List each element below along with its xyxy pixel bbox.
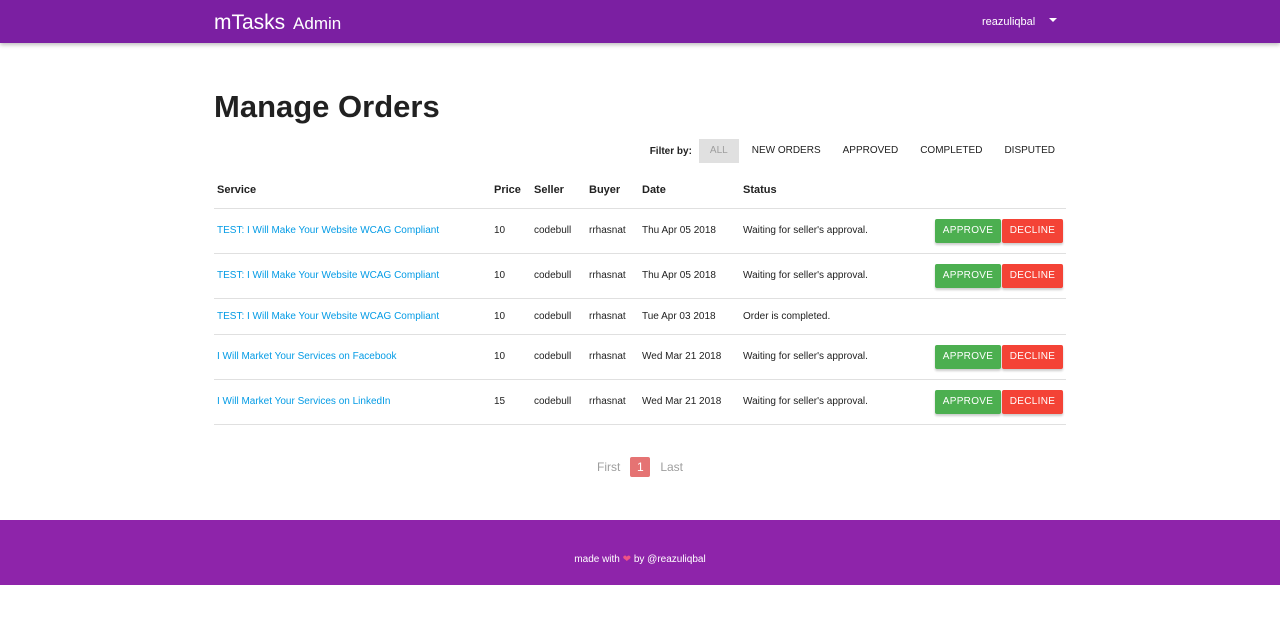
date-cell: Thu Apr 05 2018 (639, 208, 740, 254)
column-header-price: Price (491, 173, 531, 209)
price-cell: 10 (491, 334, 531, 380)
top-navbar: mTasks Admin reazuliqbal (0, 0, 1280, 43)
column-header-buyer: Buyer (586, 173, 639, 209)
buyer-cell: rrhasnat (586, 253, 639, 299)
service-link[interactable]: I Will Market Your Services on Facebook (217, 351, 397, 362)
footer-text-after: by @reazuliqbal (633, 554, 706, 565)
price-cell: 10 (491, 253, 531, 299)
status-cell: Waiting for seller's approval. (740, 334, 900, 380)
service-link[interactable]: I Will Market Your Services on LinkedIn (217, 396, 390, 407)
decline-button[interactable]: DECLINE (1002, 263, 1063, 288)
brand-logo[interactable]: mTasks Admin (214, 10, 341, 37)
filter-completed-button[interactable]: COMPLETED (909, 139, 993, 163)
filter-new-orders-button[interactable]: NEW ORDERS (741, 139, 832, 163)
price-cell: 10 (491, 298, 531, 335)
pagination-page-current[interactable]: 1 (630, 457, 651, 477)
date-cell: Wed Mar 21 2018 (639, 379, 740, 425)
column-header-seller: Seller (531, 173, 586, 209)
service-link[interactable]: TEST: I Will Make Your Website WCAG Comp… (217, 311, 439, 322)
username: reazuliqbal (982, 16, 1036, 28)
page-title: Manage Orders (214, 89, 440, 124)
pagination-last[interactable]: Last (651, 460, 692, 474)
price-cell: 10 (491, 208, 531, 254)
service-link[interactable]: TEST: I Will Make Your Website WCAG Comp… (217, 270, 439, 281)
buyer-cell: rrhasnat (586, 334, 639, 380)
approve-button[interactable]: APPROVE (935, 389, 1001, 414)
status-cell: Waiting for seller's approval. (740, 208, 900, 254)
buyer-cell: rrhasnat (586, 298, 639, 335)
pagination: First 1 Last (0, 457, 1280, 477)
status-cell: Waiting for seller's approval. (740, 379, 900, 425)
table-row: TEST: I Will Make Your Website WCAG Comp… (214, 253, 1066, 299)
buyer-cell: rrhasnat (586, 208, 639, 254)
filter-approved-button[interactable]: APPROVED (832, 139, 910, 163)
column-header-actions (900, 173, 1066, 209)
date-cell: Wed Mar 21 2018 (639, 334, 740, 380)
chevron-down-icon (1049, 18, 1058, 23)
footer: made with ❤ by @reazuliqbal (0, 520, 1280, 585)
decline-button[interactable]: DECLINE (1002, 389, 1063, 414)
heart-icon: ❤ (622, 554, 632, 565)
brand-subtitle: Admin (293, 14, 342, 33)
table-header-row: Service Price Seller Buyer Date Status (214, 173, 1066, 209)
orders-table: Service Price Seller Buyer Date Status T… (214, 173, 1066, 425)
date-cell: Thu Apr 05 2018 (639, 253, 740, 299)
service-link[interactable]: TEST: I Will Make Your Website WCAG Comp… (217, 225, 439, 236)
column-header-service: Service (214, 173, 491, 209)
table-row: TEST: I Will Make Your Website WCAG Comp… (214, 298, 1066, 335)
table-row: TEST: I Will Make Your Website WCAG Comp… (214, 208, 1066, 254)
filter-label: Filter by: (649, 145, 692, 157)
approve-button[interactable]: APPROVE (935, 218, 1001, 243)
seller-cell: codebull (531, 298, 586, 335)
status-cell: Waiting for seller's approval. (740, 253, 900, 299)
price-cell: 15 (491, 379, 531, 425)
status-cell: Order is completed. (740, 298, 900, 335)
table-row: I Will Market Your Services on Facebook … (214, 334, 1066, 380)
brand-name: mTasks (214, 11, 286, 34)
seller-cell: codebull (531, 253, 586, 299)
column-header-date: Date (639, 173, 740, 209)
seller-cell: codebull (531, 334, 586, 380)
date-cell: Tue Apr 03 2018 (639, 298, 740, 335)
footer-text-before: made with (574, 554, 620, 565)
decline-button[interactable]: DECLINE (1002, 218, 1063, 243)
seller-cell: codebull (531, 379, 586, 425)
approve-button[interactable]: APPROVE (935, 263, 1001, 288)
table-row: I Will Market Your Services on LinkedIn … (214, 379, 1066, 425)
approve-button[interactable]: APPROVE (935, 344, 1001, 369)
decline-button[interactable]: DECLINE (1002, 344, 1063, 369)
user-menu-dropdown[interactable]: reazuliqbal (982, 15, 1058, 29)
filter-bar: Filter by: ALL NEW ORDERS APPROVED COMPL… (650, 139, 1066, 163)
column-header-status: Status (740, 173, 900, 209)
seller-cell: codebull (531, 208, 586, 254)
filter-all-button[interactable]: ALL (698, 139, 739, 163)
buyer-cell: rrhasnat (586, 379, 639, 425)
pagination-first[interactable]: First (588, 460, 629, 474)
filter-disputed-button[interactable]: DISPUTED (993, 139, 1066, 163)
